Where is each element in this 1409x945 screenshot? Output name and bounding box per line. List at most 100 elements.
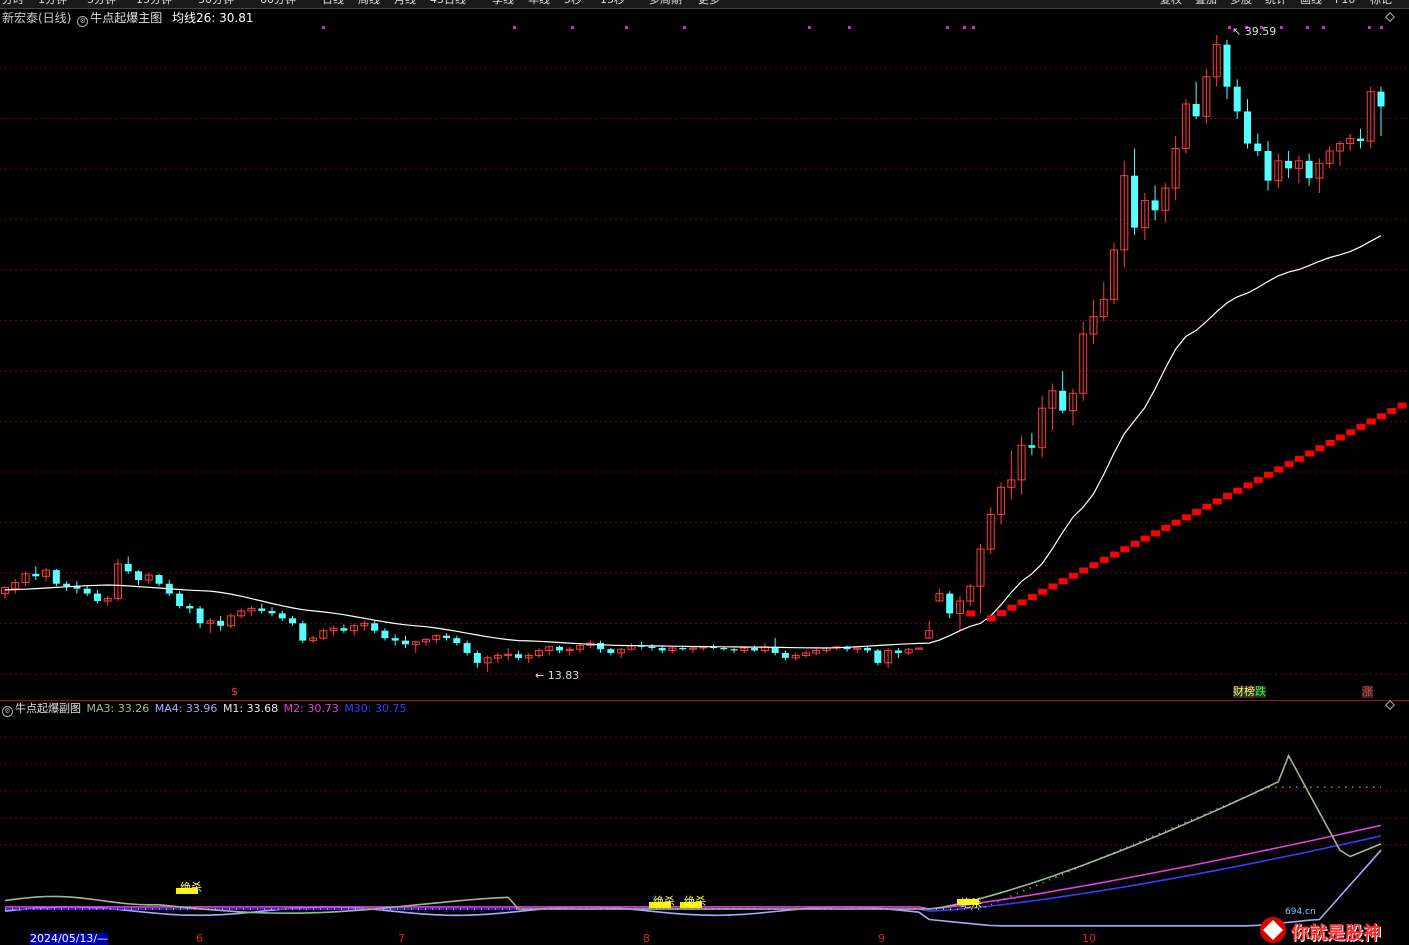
- candle-body-down: [1028, 445, 1036, 448]
- trend-dot: [1058, 578, 1068, 585]
- candle-body-down: [381, 630, 389, 639]
- trend-dot: [1325, 439, 1335, 446]
- top-marker-dot: [963, 26, 966, 29]
- trend-dot: [966, 610, 976, 617]
- sub-signal-label: 绝杀: [960, 897, 982, 910]
- m1-line: [4, 753, 1382, 914]
- trend-dot: [1089, 562, 1099, 569]
- trend-dot: [1335, 434, 1345, 441]
- watermark-text: 你就是股神: [1291, 923, 1381, 944]
- high-price-value: 39.59: [1244, 25, 1277, 38]
- trend-dot: [1027, 594, 1037, 601]
- candle-body-down: [268, 610, 276, 614]
- candle-body-down: [1151, 200, 1159, 211]
- candle-body-down: [597, 643, 605, 650]
- trend-dot: [1346, 429, 1356, 436]
- trend-dot: [1222, 493, 1232, 500]
- trend-dot: [1120, 546, 1130, 553]
- trend-dot: [1171, 519, 1181, 526]
- trend-dot: [1243, 482, 1253, 489]
- candle-body-down: [648, 646, 656, 649]
- date-axis: 2024/05/13/— 6 7 8 9 10: [0, 933, 1409, 945]
- trend-dot: [997, 610, 1007, 617]
- price-chart[interactable]: [0, 0, 1409, 945]
- candle-body-down: [658, 648, 666, 651]
- trend-dot: [986, 615, 996, 622]
- month-tick: 9: [878, 932, 885, 945]
- trend-dot: [1377, 413, 1386, 420]
- candle-body-down: [93, 593, 101, 602]
- trend-dot: [1397, 402, 1407, 409]
- trend-dot: [1233, 487, 1243, 494]
- candle-body-down: [1305, 160, 1313, 179]
- signal-marker: $: [231, 685, 238, 698]
- sub-signal-label: 绝杀: [653, 895, 675, 908]
- watermark-logo: 694.cn 你就是股神: [1253, 907, 1403, 944]
- candle-body-down: [124, 563, 132, 572]
- month-tick: 7: [398, 932, 405, 945]
- watermark-site: 694.cn: [1285, 907, 1316, 917]
- candle-body-down: [1285, 160, 1293, 169]
- candle-body-down: [176, 593, 184, 606]
- trend-dot: [1099, 556, 1109, 563]
- candle-body-down: [443, 635, 451, 639]
- sub-signal-label: 绝杀: [180, 881, 202, 894]
- trend-dot: [1161, 524, 1171, 531]
- trend-dot: [1294, 455, 1304, 462]
- candle-body-down: [1244, 111, 1252, 144]
- top-marker-dot: [571, 26, 574, 29]
- trend-dot: [1038, 588, 1048, 595]
- top-marker-dot: [683, 26, 686, 29]
- trend-dot: [1192, 509, 1202, 516]
- candle-body-down: [874, 650, 882, 663]
- trend-dot: [1366, 418, 1376, 425]
- candle-body-down: [1233, 86, 1241, 112]
- trend-dot: [1202, 503, 1212, 510]
- trend-dot: [1212, 498, 1222, 505]
- top-marker-dot: [513, 26, 516, 29]
- top-marker-dot: [848, 26, 851, 29]
- trend-dot: [1079, 567, 1089, 574]
- candle-body-down: [514, 654, 522, 658]
- candle-body-down: [453, 638, 461, 644]
- trend-dot: [1305, 450, 1315, 457]
- candle-body-down: [155, 575, 163, 584]
- candle-body-down: [299, 623, 307, 641]
- trend-dot: [1264, 471, 1274, 478]
- candle-body-down: [679, 648, 687, 650]
- month-tick: 6: [196, 932, 203, 945]
- candle-body-down: [1254, 143, 1262, 151]
- top-marker-dot: [1380, 26, 1383, 29]
- candle-body-down: [730, 649, 738, 651]
- top-marker-dot: [1228, 26, 1231, 29]
- top-marker-dot: [1322, 26, 1325, 29]
- candle-body-down: [196, 608, 204, 624]
- trend-dot: [1007, 604, 1017, 611]
- ma4-line: [4, 849, 1382, 927]
- candle-body-down: [894, 650, 902, 653]
- candle-body-down: [1223, 44, 1231, 87]
- trend-dot: [1017, 599, 1027, 606]
- trend-dot: [1253, 477, 1263, 484]
- date-cursor-label: 2024/05/13/—: [30, 932, 109, 945]
- zhang-tag: 涨: [1362, 685, 1373, 698]
- candle-body-down: [63, 583, 71, 587]
- top-marker-dot: [808, 26, 811, 29]
- trend-dot: [1140, 535, 1150, 542]
- candle-body-down: [1356, 138, 1364, 142]
- month-tick: 8: [643, 932, 650, 945]
- low-price-value: 13.83: [547, 669, 580, 682]
- trend-dot: [1274, 466, 1284, 473]
- signal-dotted-line: [5, 786, 1381, 910]
- candle-body-down: [371, 623, 379, 631]
- candle-body-down: [1059, 390, 1067, 411]
- trend-dot: [1048, 583, 1058, 590]
- candle-body-down: [751, 648, 759, 651]
- trend-dot: [1068, 572, 1078, 579]
- candle-body-down: [556, 646, 564, 651]
- candle-body-down: [473, 652, 481, 663]
- scroll-diamond-icon: [1385, 700, 1395, 710]
- candle-body-down: [134, 571, 142, 581]
- top-marker-dot: [946, 26, 949, 29]
- candle-body-down: [720, 648, 728, 650]
